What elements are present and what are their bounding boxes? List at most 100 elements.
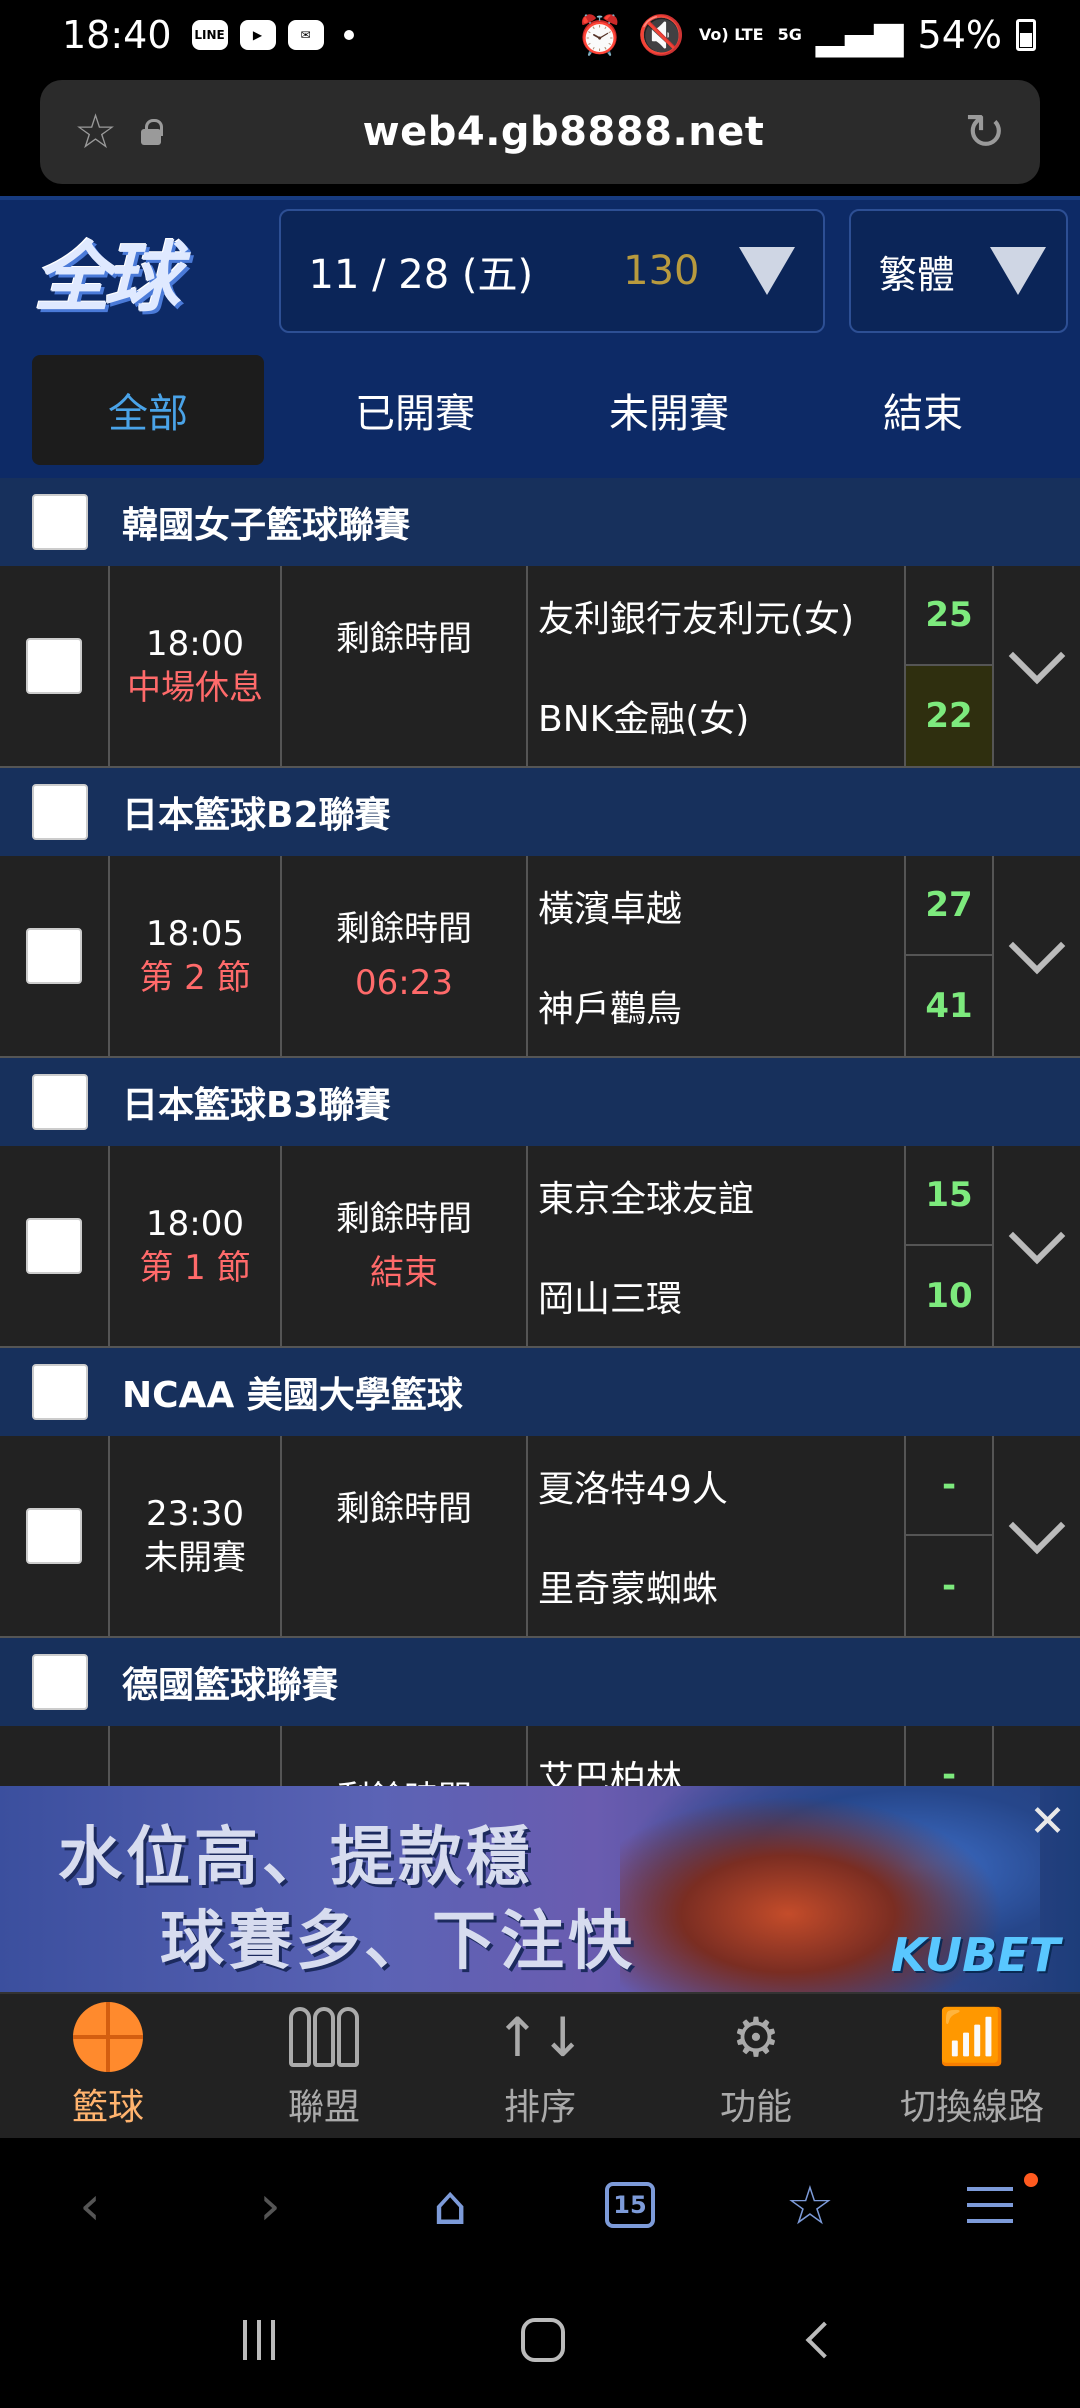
match-row[interactable]: 18:00 中場休息 剩餘時間 友利銀行友利元(女) BNK金融(女) 25 2… (0, 566, 1080, 768)
tab-count: 15 (605, 2182, 655, 2228)
match-row[interactable]: 剩餘時間 艾巴柏林 - (0, 1726, 1080, 1786)
match-status: 第 1 節 (139, 1248, 251, 1288)
battery-icon (1016, 19, 1036, 51)
expand-button[interactable] (994, 1726, 1080, 1786)
nav-label: 籃球 (71, 2087, 144, 2128)
match-time: 18:00 (146, 1204, 244, 1244)
league-name: 日本籃球B2聯賽 (122, 795, 391, 836)
away-team: BNK金融(女) (538, 699, 750, 740)
match-row[interactable]: 18:00 第 1 節 剩餘時間 結束 東京全球友誼 岡山三環 15 10 (0, 1146, 1080, 1348)
away-team: 岡山三環 (538, 1279, 683, 1320)
home-team: 艾巴柏林 (538, 1759, 683, 1786)
chevron-down-icon (1008, 1497, 1066, 1555)
remaining-time-label: 剩餘時間 (336, 909, 472, 949)
tabs-button[interactable]: 15 (540, 2182, 720, 2228)
site-header: 全球 11 / 28 (五) 130 繁體 (0, 196, 1080, 342)
forward-icon[interactable]: › (180, 2174, 360, 2237)
nav-league[interactable]: 聯盟 (216, 1994, 432, 2138)
league-checkbox[interactable] (32, 784, 88, 840)
match-checkbox[interactable] (26, 1508, 82, 1564)
league-header: 日本籃球B2聯賽 (0, 768, 1080, 856)
home-score: - (906, 1726, 992, 1786)
remaining-time-label: 剩餘時間 (336, 1199, 472, 1239)
match-row[interactable]: 18:05 第 2 節 剩餘時間 06:23 橫濱卓越 神戶鸛鳥 27 41 (0, 856, 1080, 1058)
chevron-down-icon (1008, 627, 1066, 685)
wifi-icon: 📶 (938, 2005, 1006, 2068)
home-team: 友利銀行友利元(女) (538, 599, 855, 640)
lock-icon[interactable] (139, 119, 164, 145)
date-select[interactable]: 11 / 28 (五) 130 (278, 209, 825, 333)
signal-icon: ▂▄▆ (815, 13, 904, 57)
line-app-icon: LINE (191, 20, 228, 50)
remaining-time-label: 剩餘時間 (336, 1772, 472, 1786)
tab-all[interactable]: 全部 (32, 355, 264, 465)
ad-brand-logo: KUBET (890, 1928, 1060, 1982)
address-bar[interactable]: ☆ web4.gb8888.net ↻ (40, 80, 1040, 184)
home-icon[interactable]: ⌂ (360, 2174, 540, 2237)
home-team: 夏洛特49人 (538, 1469, 728, 1510)
league-icon (289, 2007, 359, 2067)
league-checkbox[interactable] (32, 1654, 88, 1710)
browser-toolbar: ☆ web4.gb8888.net ↻ (0, 70, 1080, 196)
nav-basketball[interactable]: 籃球 (0, 1994, 216, 2138)
mail-icon: ✉ (287, 20, 324, 50)
date-value: 11 / 28 (五) (308, 252, 534, 298)
site-logo[interactable]: 全球 (34, 216, 229, 326)
match-checkbox[interactable] (26, 1218, 82, 1274)
league-name: 德國籃球聯賽 (122, 1665, 339, 1706)
nav-label: 排序 (503, 2087, 576, 2128)
system-back-icon[interactable] (805, 2321, 843, 2359)
gear-icon: ⚙ (731, 2005, 781, 2069)
league-header: 德國籃球聯賽 (0, 1638, 1080, 1726)
match-checkbox[interactable] (26, 638, 82, 694)
nav-functions[interactable]: ⚙ 功能 (648, 1994, 864, 2138)
ad-line-2: 球賽多、下注快 (160, 1905, 636, 1979)
recent-apps-icon[interactable] (243, 2320, 275, 2360)
date-dropdown-icon (738, 247, 795, 295)
expand-button[interactable] (994, 1146, 1080, 1346)
tab-not-started[interactable]: 未開賽 (544, 355, 794, 465)
away-score: - (941, 1566, 957, 1606)
nav-label: 功能 (719, 2087, 792, 2128)
league-checkbox[interactable] (32, 1364, 88, 1420)
ad-banner[interactable]: 水位高、提款穩 球賽多、下注快 KUBET ✕ (0, 1786, 1080, 1992)
back-icon[interactable]: ‹ (0, 2174, 180, 2237)
nav-sort[interactable]: ↑↓ 排序 (432, 1994, 648, 2138)
reload-icon[interactable]: ↻ (964, 103, 1006, 161)
league-header: NCAA 美國大學籃球 (0, 1348, 1080, 1436)
more-notifications-icon (343, 30, 354, 40)
url-text[interactable]: web4.gb8888.net (163, 109, 964, 155)
mute-icon: 🔇 (637, 12, 685, 57)
home-score: 25 (906, 566, 992, 666)
away-score: 10 (925, 1276, 973, 1316)
home-team: 東京全球友誼 (538, 1179, 755, 1220)
match-row[interactable]: 23:30 未開賽 剩餘時間 夏洛特49人 里奇蒙蜘蛛 - - (0, 1436, 1080, 1638)
language-dropdown-icon (990, 247, 1046, 295)
status-bar: 18:40 LINE ▶ ✉ ⏰ 🔇 Vo) LTE 5G ▂▄▆ 54% (0, 0, 1080, 70)
expand-button[interactable] (994, 566, 1080, 766)
browser-bottom-bar: ‹ › ⌂ 15 ☆ (0, 2138, 1080, 2272)
match-checkbox[interactable] (26, 928, 82, 984)
5g-indicator: 5G (777, 25, 802, 44)
match-list[interactable]: 韓國女子籃球聯賽 18:00 中場休息 剩餘時間 友利銀行友利元(女) BNK金… (0, 478, 1080, 1786)
language-value: 繁體 (878, 252, 955, 297)
site-bottom-nav: 籃球 聯盟 ↑↓ 排序 ⚙ 功能 📶 切換線路 (0, 1992, 1080, 2138)
menu-button[interactable] (900, 2173, 1080, 2223)
notification-icons: LINE ▶ ✉ (191, 20, 354, 50)
tab-finished[interactable]: 結束 (798, 355, 1048, 465)
bookmarks-icon[interactable]: ☆ (720, 2174, 900, 2237)
expand-button[interactable] (994, 856, 1080, 1056)
battery-percent: 54% (917, 13, 1002, 57)
bookmark-star-icon[interactable]: ☆ (74, 104, 117, 160)
league-header: 日本籃球B3聯賽 (0, 1058, 1080, 1146)
league-checkbox[interactable] (32, 1074, 88, 1130)
nav-switch-line[interactable]: 📶 切換線路 (864, 1994, 1080, 2138)
close-icon[interactable]: ✕ (1029, 1796, 1066, 1847)
language-select[interactable]: 繁體 (848, 209, 1068, 333)
alarm-icon: ⏰ (576, 12, 624, 57)
league-checkbox[interactable] (32, 494, 88, 550)
system-home-icon[interactable] (521, 2318, 565, 2362)
tab-started[interactable]: 已開賽 (290, 355, 540, 465)
match-status: 第 2 節 (139, 958, 251, 998)
expand-button[interactable] (994, 1436, 1080, 1636)
